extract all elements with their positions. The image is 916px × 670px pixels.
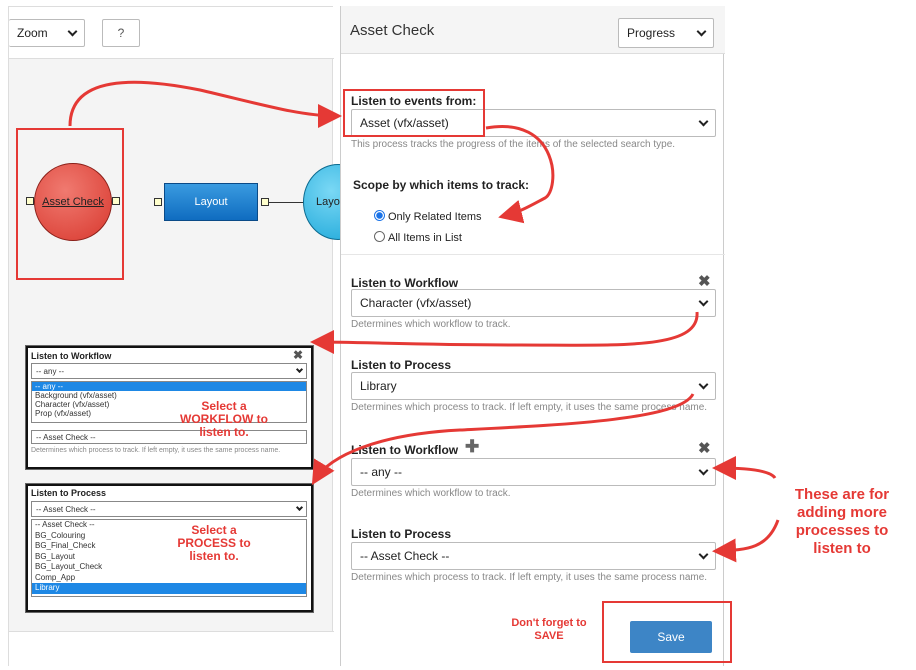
arrow-node-to-events [68, 80, 342, 128]
arrow-process-to-popup [311, 393, 695, 486]
arrow-events-to-scope [485, 124, 555, 224]
arrow-note-to-process2 [712, 519, 780, 563]
arrow-note-to-workflow2 [712, 456, 777, 481]
annotation-arrows [68, 80, 780, 563]
arrow-workflow-to-popup [310, 311, 699, 355]
